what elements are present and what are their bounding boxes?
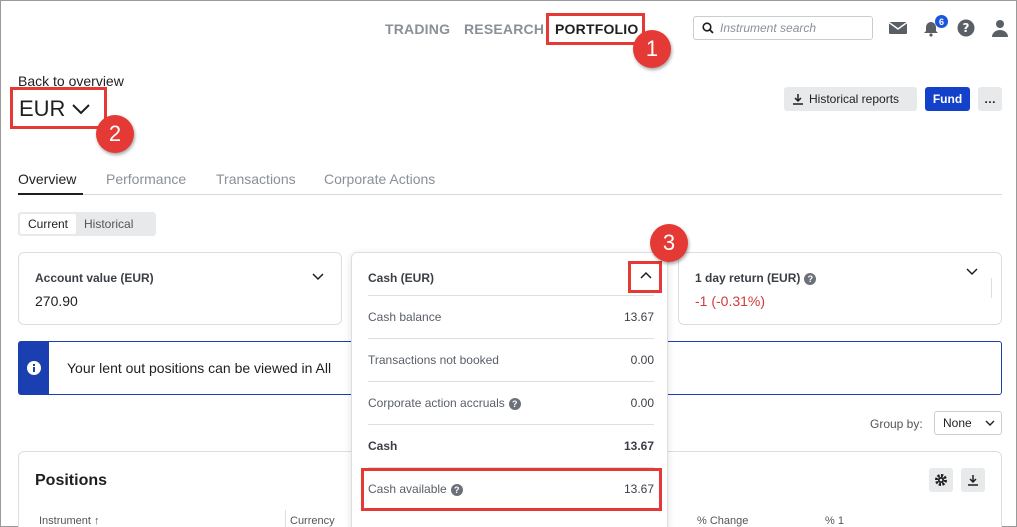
notification-count-badge: 6 [935, 15, 948, 28]
download-positions-button[interactable] [961, 468, 985, 492]
nav-research[interactable]: RESEARCH [464, 21, 544, 37]
tab-performance[interactable]: Performance [106, 171, 186, 187]
account-value-label: Account value (EUR) [35, 271, 154, 285]
group-by-value: None [943, 416, 972, 430]
cash-row-label: Cash balance [368, 310, 442, 324]
cash-row-label: Transactions not booked [368, 353, 499, 367]
svg-text:?: ? [963, 21, 970, 35]
highlight-currency [10, 87, 107, 129]
account-value-card[interactable]: Account value (EUR) 270.90 [18, 252, 342, 325]
tab-corporate-actions[interactable]: Corporate Actions [324, 171, 435, 187]
tabs-divider [18, 194, 1002, 195]
cash-row-label: Corporate action accruals? [368, 396, 521, 410]
gear-icon [935, 474, 947, 486]
column-currency[interactable]: Currency [290, 515, 335, 527]
search-icon [702, 22, 714, 34]
cash-row-value: 13.67 [623, 439, 654, 453]
day-return-card[interactable]: 1 day return (EUR)? -1 (-0.31%) [678, 252, 1002, 325]
search-input[interactable] [720, 21, 860, 35]
cash-row-value: 0.00 [630, 396, 654, 410]
cash-total-row: Cash 13.67 [368, 424, 654, 467]
instrument-search[interactable] [693, 16, 873, 40]
info-icon [27, 361, 41, 375]
cash-row-value: 13.67 [623, 310, 654, 324]
highlight-cash-toggle [628, 261, 662, 293]
day-return-label: 1 day return (EUR)? [695, 271, 817, 285]
tab-transactions[interactable]: Transactions [216, 171, 296, 187]
fund-button[interactable]: Fund [925, 87, 970, 111]
more-options-button[interactable]: … [978, 87, 1002, 111]
chevron-down-icon [985, 420, 995, 426]
cash-balance-row: Cash balance 13.67 [368, 295, 654, 338]
info-strip [19, 342, 49, 394]
column-pct-1[interactable]: % 1 [825, 515, 844, 527]
help-icon[interactable]: ? [804, 272, 817, 285]
segment-current[interactable]: Current [20, 214, 77, 234]
user-profile-icon[interactable] [990, 18, 1010, 38]
help-icon[interactable]: ? [956, 18, 976, 38]
historical-reports-label: Historical reports [809, 92, 900, 106]
transactions-not-booked-row: Transactions not booked 0.00 [368, 338, 654, 381]
corporate-action-accruals-row: Corporate action accruals? 0.00 [368, 381, 654, 424]
historical-reports-button[interactable]: Historical reports [784, 87, 917, 111]
active-tab-indicator [18, 193, 83, 195]
download-icon [793, 94, 803, 105]
help-icon[interactable]: ? [508, 397, 521, 410]
nav-trading[interactable]: TRADING [385, 21, 450, 37]
cash-row-label: Cash [368, 439, 398, 453]
chevron-down-icon[interactable] [312, 273, 324, 281]
group-by-select[interactable]: None [934, 411, 1002, 435]
day-return-amount: -1 (-0.31%) [695, 293, 766, 309]
highlight-portfolio [546, 13, 645, 45]
chevron-down-icon[interactable] [966, 268, 978, 276]
download-icon [968, 475, 978, 486]
current-historical-toggle: Current Historical [18, 212, 156, 236]
mail-icon[interactable] [888, 18, 908, 38]
column-instrument[interactable]: Instrument ↑ [39, 515, 100, 527]
segment-historical[interactable]: Historical [76, 214, 141, 234]
column-pct-change[interactable]: % Change [697, 515, 748, 527]
group-by-label: Group by: [870, 417, 923, 431]
card-divider [991, 278, 992, 298]
step-marker-3: 3 [650, 224, 688, 262]
column-divider [285, 510, 286, 527]
cash-label: Cash (EUR) [368, 271, 435, 285]
info-message: Your lent out positions can be viewed in… [67, 360, 332, 376]
account-value-amount: 270.90 [35, 293, 78, 309]
positions-title: Positions [35, 472, 108, 489]
tab-overview[interactable]: Overview [18, 171, 76, 187]
step-marker-1: 1 [633, 30, 671, 68]
cash-row-value: 0.00 [630, 353, 654, 367]
settings-button[interactable] [929, 468, 953, 492]
highlight-cash-available [361, 468, 662, 511]
step-marker-2: 2 [96, 115, 134, 153]
